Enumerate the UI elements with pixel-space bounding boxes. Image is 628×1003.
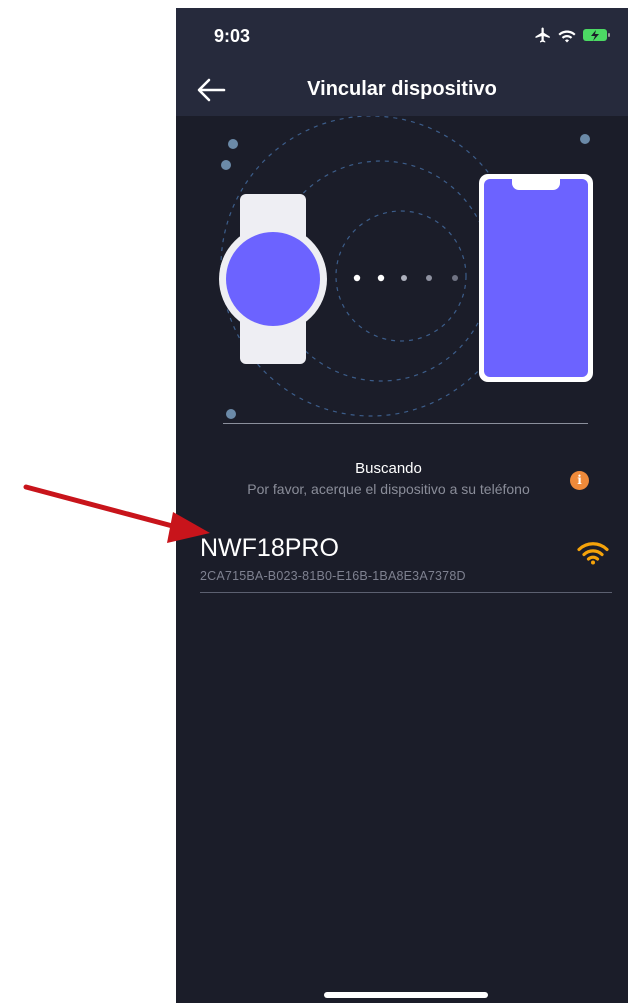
device-id: 2CA715BA-B023-81B0-E16B-1BA8E3A7378D	[200, 569, 466, 583]
wifi-icon	[558, 30, 576, 43]
deco-dot	[228, 139, 238, 149]
connection-dot	[377, 274, 385, 282]
connection-dot	[452, 275, 458, 281]
airplane-icon	[535, 27, 550, 43]
status-icons	[534, 24, 612, 46]
phone-notch	[512, 179, 560, 190]
device-list-item[interactable]: NWF18PRO 2CA715BA-B023-81B0-E16B-1BA8E3A…	[200, 533, 612, 593]
deco-dot	[226, 409, 236, 419]
page-title: Vincular dispositivo	[307, 78, 497, 100]
watch-face	[226, 232, 320, 326]
info-icon[interactable]: i	[570, 471, 589, 490]
home-indicator	[324, 992, 488, 998]
status-bar: 9:03	[176, 8, 628, 64]
list-divider	[200, 592, 612, 593]
search-status: Buscando Por favor, acerque el dispositi…	[216, 460, 561, 498]
status-time: 9:03	[214, 26, 251, 46]
phone-screen: 9:03 Vincular dispositivo Buscando Por f…	[176, 8, 628, 1003]
connection-dot	[353, 274, 361, 282]
section-divider	[223, 423, 588, 424]
nav-bar: Vincular dispositivo	[176, 64, 628, 116]
device-name: NWF18PRO	[200, 534, 339, 562]
search-title: Buscando	[355, 460, 422, 477]
wifi-signal-icon	[577, 542, 609, 565]
phone-screen-graphic	[484, 179, 588, 377]
deco-dot	[580, 134, 590, 144]
connection-dot	[401, 275, 407, 281]
connection-dot	[426, 275, 432, 281]
pairing-illustration	[219, 116, 593, 419]
battery-charging-icon	[583, 29, 610, 41]
search-subtitle: Por favor, acerque el dispositivo a su t…	[247, 481, 530, 497]
deco-dot	[221, 160, 231, 170]
